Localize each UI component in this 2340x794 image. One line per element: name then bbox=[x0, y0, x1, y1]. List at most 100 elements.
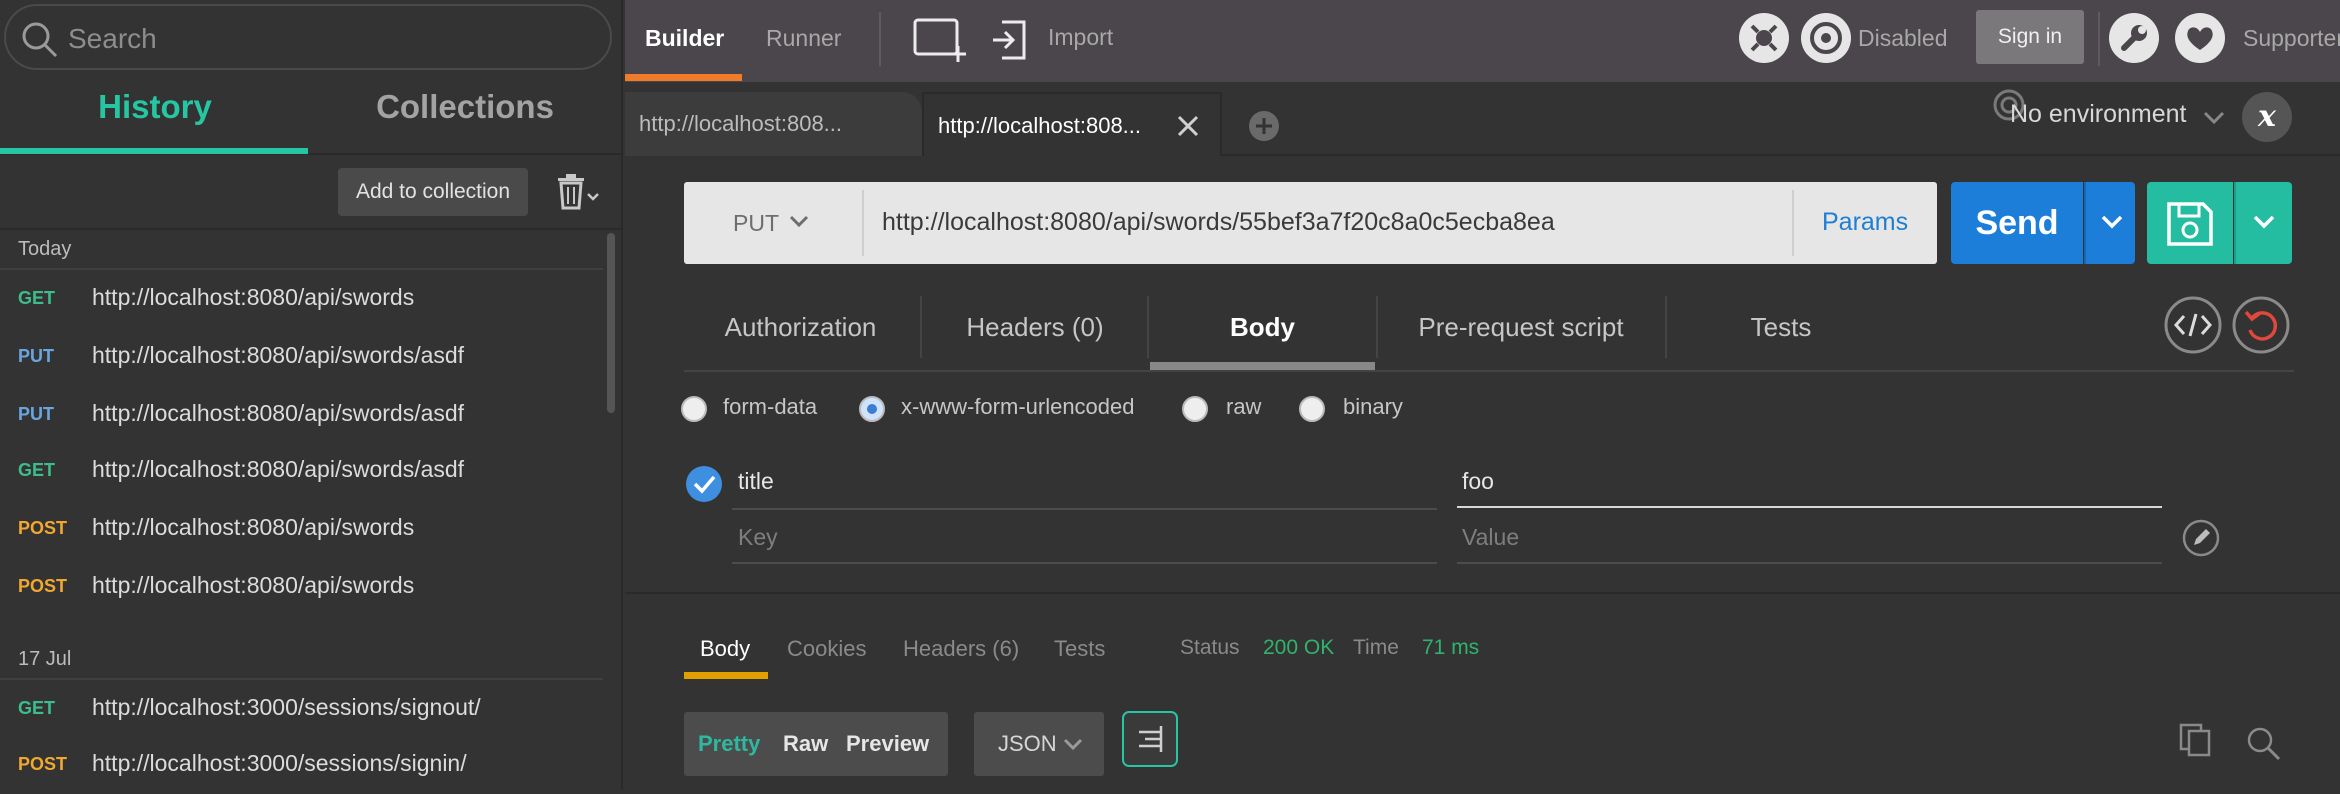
reset-icon[interactable] bbox=[2232, 296, 2290, 354]
tab-response-body[interactable]: Body bbox=[700, 636, 750, 662]
environment-select[interactable]: No environment bbox=[2010, 100, 2186, 129]
pencil-icon[interactable] bbox=[2182, 519, 2220, 557]
method-badge: POST bbox=[18, 518, 68, 538]
tab-body[interactable]: Body bbox=[1150, 292, 1375, 362]
method-badge: POST bbox=[18, 576, 68, 596]
supporters-link[interactable]: Supporters bbox=[2243, 25, 2340, 52]
format-select[interactable]: JSON bbox=[974, 712, 1104, 776]
divider bbox=[862, 190, 864, 256]
tab-pre-request-script[interactable]: Pre-request script bbox=[1378, 292, 1664, 362]
save-icon bbox=[2167, 202, 2213, 246]
radio-x-www-form-urlencoded[interactable] bbox=[859, 396, 885, 422]
tab-headers[interactable]: Headers (0) bbox=[922, 292, 1148, 362]
view-preview-button[interactable]: Preview bbox=[846, 712, 929, 776]
new-value-input[interactable]: Value bbox=[1462, 524, 1519, 551]
field-underline bbox=[1457, 506, 2162, 508]
tab-response-tests[interactable]: Tests bbox=[1054, 636, 1105, 662]
chevron-down-icon[interactable] bbox=[1062, 737, 1084, 753]
history-url: http://localhost:8080/api/swords bbox=[92, 572, 415, 598]
history-item[interactable]: POST http://localhost:8080/api/swords bbox=[0, 558, 603, 616]
search-icon bbox=[20, 20, 60, 60]
import-icon[interactable] bbox=[990, 16, 1034, 64]
code-icon[interactable] bbox=[2164, 296, 2222, 354]
field-underline bbox=[732, 508, 1437, 510]
tab-history[interactable]: History bbox=[0, 88, 310, 154]
sync-status: Disabled bbox=[1858, 25, 1948, 51]
history-url: http://localhost:3000/sessions/signout/ bbox=[92, 694, 481, 720]
close-icon[interactable] bbox=[1176, 114, 1200, 138]
copy-icon[interactable] bbox=[2178, 722, 2214, 758]
add-to-collection-button[interactable]: Add to collection bbox=[338, 168, 528, 216]
history-group-label: Today bbox=[18, 238, 72, 260]
chevron-down-icon[interactable] bbox=[788, 214, 810, 230]
wrench-icon[interactable] bbox=[2108, 12, 2160, 64]
add-tab-icon[interactable] bbox=[1248, 110, 1280, 142]
import-label[interactable]: Import bbox=[1048, 24, 1113, 51]
view-raw-button[interactable]: Raw bbox=[783, 712, 828, 776]
history-url: http://localhost:8080/api/swords/asdf bbox=[92, 456, 465, 482]
radio-binary[interactable] bbox=[1299, 396, 1325, 422]
environment-quicklook-button[interactable]: x bbox=[2242, 92, 2292, 142]
divider bbox=[2098, 12, 2100, 66]
save-dropdown-button[interactable] bbox=[2234, 182, 2292, 264]
radio-raw[interactable] bbox=[1182, 396, 1208, 422]
method-badge: GET bbox=[18, 460, 56, 480]
row-enabled-checkbox[interactable] bbox=[686, 466, 722, 502]
divider bbox=[0, 228, 623, 230]
active-nav-indicator bbox=[625, 74, 742, 81]
tab-authorization[interactable]: Authorization bbox=[684, 292, 917, 362]
key-input[interactable]: title bbox=[738, 468, 774, 495]
interceptor-icon[interactable] bbox=[1738, 12, 1790, 64]
request-tab[interactable]: http://localhost:808... bbox=[625, 92, 922, 156]
trash-icon[interactable] bbox=[554, 172, 604, 212]
sidebar-scrollbar[interactable] bbox=[607, 233, 615, 413]
format-value: JSON bbox=[998, 731, 1057, 756]
divider bbox=[1792, 190, 1794, 256]
history-item[interactable]: POST http://localhost:3000/sessions/sign… bbox=[0, 736, 603, 794]
history-url: http://localhost:8080/api/swords bbox=[92, 514, 415, 540]
save-button[interactable] bbox=[2147, 182, 2233, 264]
heart-icon[interactable] bbox=[2174, 12, 2226, 64]
radio-label: raw bbox=[1226, 394, 1262, 419]
tab-collections[interactable]: Collections bbox=[310, 88, 620, 154]
active-tab-indicator bbox=[684, 672, 768, 679]
history-item[interactable]: PUT http://localhost:8080/api/swords/asd… bbox=[0, 386, 603, 444]
history-item[interactable]: POST http://localhost:8080/api/swords bbox=[0, 500, 603, 558]
field-underline bbox=[1457, 562, 2162, 564]
method-badge: POST bbox=[18, 754, 68, 774]
time-label: Time bbox=[1353, 636, 1399, 659]
history-item[interactable]: GET http://localhost:3000/sessions/signo… bbox=[0, 680, 603, 738]
sign-in-button[interactable]: Sign in bbox=[1976, 10, 2084, 64]
search-icon[interactable] bbox=[2246, 726, 2282, 762]
view-pretty-button[interactable]: Pretty bbox=[698, 712, 760, 776]
send-dropdown-button[interactable] bbox=[2084, 182, 2135, 264]
chevron-down-icon[interactable] bbox=[2202, 110, 2226, 126]
tab-response-cookies[interactable]: Cookies bbox=[787, 636, 866, 662]
radio-form-data[interactable] bbox=[681, 396, 707, 422]
method-badge: GET bbox=[18, 288, 56, 308]
value-input[interactable]: foo bbox=[1462, 468, 1494, 495]
tab-tests[interactable]: Tests bbox=[1668, 292, 1894, 362]
history-item[interactable]: GET http://localhost:8080/api/swords/asd… bbox=[0, 442, 603, 500]
tab-response-headers[interactable]: Headers (6) bbox=[903, 636, 1019, 662]
request-tab-active[interactable]: http://localhost:808... bbox=[922, 92, 1222, 156]
time-value: 71 ms bbox=[1422, 636, 1480, 659]
send-button[interactable]: Send bbox=[1951, 182, 2083, 264]
url-input[interactable]: http://localhost:8080/api/swords/55bef3a… bbox=[882, 208, 1555, 237]
sync-icon[interactable] bbox=[1800, 12, 1852, 64]
radio-label: binary bbox=[1343, 394, 1403, 419]
method-badge: GET bbox=[18, 698, 56, 718]
history-item[interactable]: GET http://localhost:8080/api/swords bbox=[0, 270, 603, 328]
params-button[interactable]: Params bbox=[1822, 208, 1908, 237]
nav-builder[interactable]: Builder bbox=[645, 0, 724, 76]
history-url: http://localhost:8080/api/swords/asdf bbox=[92, 342, 465, 368]
history-item[interactable]: PUT http://localhost:8080/api/swords/asd… bbox=[0, 328, 603, 386]
status-value: 200 OK bbox=[1263, 636, 1335, 659]
search-input[interactable]: Search bbox=[4, 4, 612, 70]
nav-runner[interactable]: Runner bbox=[766, 0, 841, 76]
new-key-input[interactable]: Key bbox=[738, 524, 778, 551]
divider bbox=[1665, 296, 1667, 358]
method-select[interactable]: PUT bbox=[684, 182, 862, 264]
new-window-icon[interactable] bbox=[912, 16, 968, 64]
wrap-lines-icon[interactable] bbox=[1121, 710, 1179, 768]
